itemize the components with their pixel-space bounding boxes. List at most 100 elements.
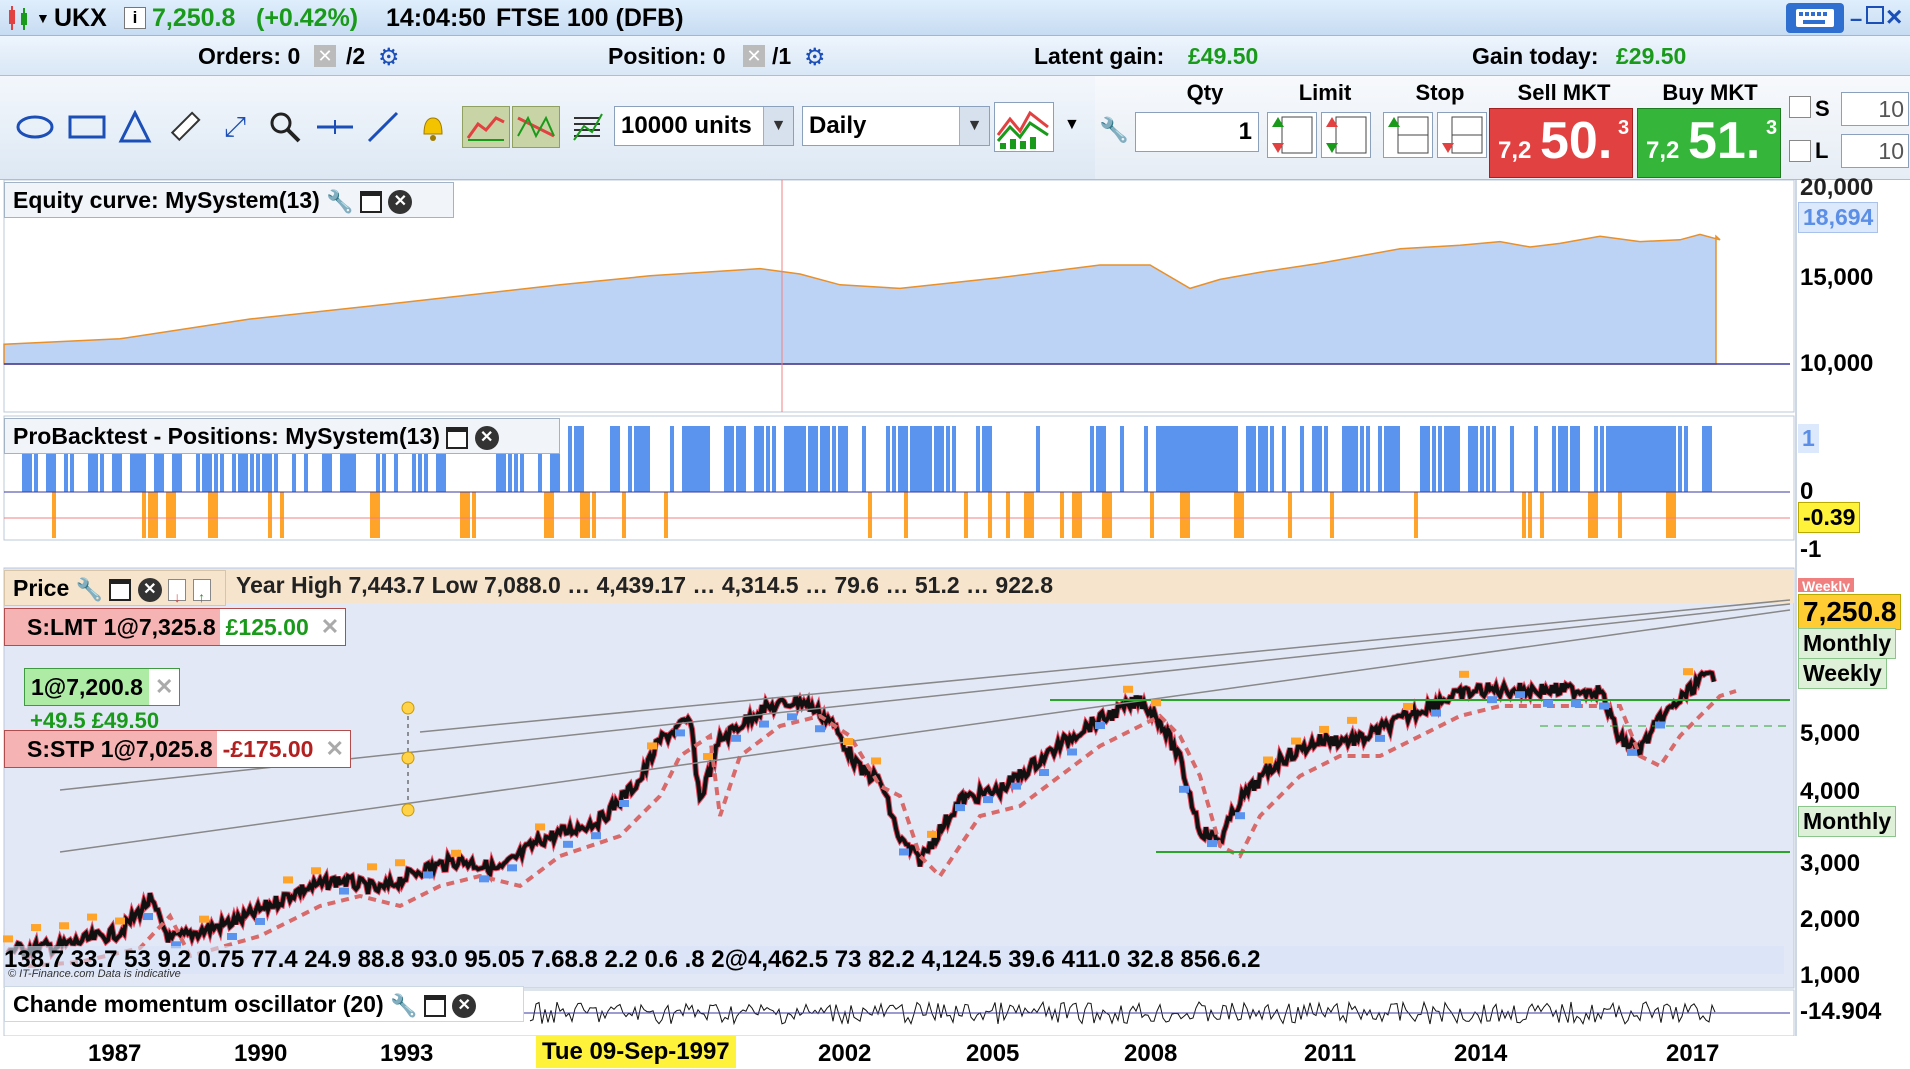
positions-close-icon[interactable]: ✕ bbox=[474, 425, 499, 450]
stop-order-tag[interactable]: S:STP 1@7,025.8 -£175.00 ✕ bbox=[4, 730, 351, 768]
x-label-2014: 2014 bbox=[1454, 1040, 1508, 1067]
long-position-bar bbox=[766, 426, 770, 492]
cancel-orders-icon[interactable]: ✕ bbox=[314, 45, 336, 67]
long-position-bar bbox=[862, 426, 866, 492]
long-position-bar bbox=[796, 426, 806, 492]
positions-window-icon[interactable] bbox=[446, 426, 469, 449]
stop-loss-input[interactable]: 10 bbox=[1841, 92, 1909, 126]
sell-market-button[interactable]: 7,2 50. 3 bbox=[1489, 108, 1633, 178]
latent-gain-value: £49.50 bbox=[1188, 43, 1259, 69]
position-tag[interactable]: 1@7,200.8 ✕ bbox=[24, 668, 181, 706]
limit-label: Limit bbox=[1298, 80, 1352, 105]
trade-settings-wrench-icon[interactable]: 🔧 bbox=[1099, 116, 1129, 146]
timeframe-select[interactable]: Daily ▼ bbox=[802, 106, 990, 146]
sell-marker bbox=[311, 867, 321, 875]
ruler-tool-icon[interactable] bbox=[164, 106, 206, 148]
keyboard-icon[interactable] bbox=[1786, 3, 1844, 33]
indicator-grid-icon[interactable] bbox=[566, 106, 608, 148]
alert-bell-icon[interactable] bbox=[412, 106, 454, 148]
cmo-settings-wrench-icon[interactable]: 🔧 bbox=[390, 989, 417, 1023]
long-position-bar bbox=[1438, 426, 1442, 492]
cmo-close-icon[interactable]: ✕ bbox=[452, 993, 477, 1018]
long-position-bar bbox=[568, 426, 572, 492]
position-settings-icon[interactable]: ⚙ bbox=[804, 43, 826, 72]
buy-limit-icon[interactable] bbox=[1267, 112, 1317, 158]
order-handle[interactable] bbox=[401, 701, 415, 715]
units-dropdown-icon[interactable]: ▼ bbox=[763, 107, 793, 145]
zoom-diagonal-icon[interactable]: ⤢ bbox=[214, 106, 256, 148]
horizontal-line-icon[interactable] bbox=[314, 106, 356, 148]
long-position-bar bbox=[946, 426, 950, 492]
stop-order-cancel-icon[interactable]: ✕ bbox=[319, 731, 350, 767]
equity-settings-wrench-icon[interactable]: 🔧 bbox=[326, 185, 353, 219]
symbol-dropdown-icon[interactable]: ▼ bbox=[36, 10, 50, 26]
trendline-icon[interactable] bbox=[362, 106, 404, 148]
sell-marker bbox=[3, 935, 13, 943]
buy-marker bbox=[1067, 748, 1077, 756]
price-close-icon[interactable]: ✕ bbox=[137, 577, 162, 602]
close-positions-icon[interactable]: ✕ bbox=[743, 45, 765, 67]
ellipse-tool-icon[interactable] bbox=[14, 106, 56, 148]
long-position-bar bbox=[1090, 426, 1094, 492]
chart-style-channel-icon[interactable] bbox=[512, 106, 560, 148]
close-window-icon[interactable]: × bbox=[1886, 1, 1902, 33]
price-sell-arrow-icon[interactable]: ↓ bbox=[168, 578, 187, 605]
monthly-tag: Monthly bbox=[1798, 628, 1897, 659]
buy-market-button[interactable]: 7,2 51. 3 bbox=[1637, 108, 1781, 178]
qty-input[interactable]: 1 bbox=[1135, 112, 1259, 152]
qty-label: Qty bbox=[1186, 80, 1224, 105]
units-select[interactable]: 10000 units ▼ bbox=[614, 106, 794, 146]
sell-price-sup: 3 bbox=[1618, 117, 1630, 139]
info-icon[interactable]: i bbox=[124, 7, 146, 29]
x-label-2017: 2017 bbox=[1666, 1040, 1720, 1067]
sell-marker bbox=[451, 849, 461, 857]
symbol[interactable]: UKX bbox=[54, 0, 107, 36]
limit-order-cancel-icon[interactable]: ✕ bbox=[314, 609, 346, 645]
position-tag-text: 1@7,200.8 bbox=[31, 674, 143, 700]
long-position-bar bbox=[742, 426, 746, 492]
long-position-bar bbox=[1594, 426, 1598, 492]
price-window-icon[interactable] bbox=[109, 578, 132, 601]
short-position-bar bbox=[1414, 492, 1418, 538]
take-profit-checkbox[interactable] bbox=[1789, 140, 1811, 162]
long-position-bar bbox=[1684, 426, 1688, 492]
indicator-dropdown-icon[interactable]: ▼ bbox=[1064, 116, 1080, 134]
chart-style-line-icon[interactable] bbox=[462, 106, 510, 148]
sell-limit-icon[interactable] bbox=[1321, 112, 1371, 158]
buy-stop-icon[interactable] bbox=[1383, 112, 1433, 158]
minimize-icon[interactable]: – bbox=[1850, 6, 1862, 32]
x-cursor-date: Tue 09-Sep-1997 bbox=[536, 1036, 736, 1068]
orders-count: Orders: 0 bbox=[198, 43, 301, 69]
magnifier-icon[interactable] bbox=[264, 106, 306, 148]
limit-order-tag[interactable]: S:LMT 1@7,325.8 £125.00 ✕ bbox=[4, 608, 347, 646]
short-position-bar bbox=[592, 492, 596, 538]
long-position-bar bbox=[934, 426, 944, 492]
orders-settings-icon[interactable]: ⚙ bbox=[378, 43, 400, 72]
long-position-bar bbox=[1426, 426, 1430, 492]
price-settings-wrench-icon[interactable]: 🔧 bbox=[76, 573, 103, 607]
triangle-tool-icon[interactable] bbox=[114, 106, 156, 148]
buy-marker bbox=[563, 840, 573, 848]
position-close-icon[interactable]: ✕ bbox=[148, 669, 180, 705]
equity-close-icon[interactable]: ✕ bbox=[388, 189, 413, 214]
cmo-window-icon[interactable] bbox=[423, 994, 446, 1017]
short-position-bar bbox=[1666, 492, 1676, 538]
price-buy-arrow-icon[interactable]: ↑ bbox=[192, 578, 211, 605]
order-handle[interactable] bbox=[401, 751, 415, 765]
add-indicator-icon[interactable] bbox=[994, 102, 1054, 152]
quote-time: 14:04:50 bbox=[386, 4, 487, 32]
positions-axis-minus: -1 bbox=[1800, 536, 1822, 563]
equity-window-icon[interactable] bbox=[359, 190, 382, 213]
sell-stop-icon[interactable] bbox=[1437, 112, 1487, 158]
take-profit-label: L bbox=[1815, 138, 1829, 163]
weekly-top-tag: Weekly bbox=[1798, 578, 1854, 592]
timeframe-dropdown-icon[interactable]: ▼ bbox=[959, 107, 989, 145]
long-position-bar bbox=[1708, 426, 1712, 492]
stop-loss-checkbox[interactable] bbox=[1789, 96, 1811, 118]
sell-marker bbox=[703, 753, 713, 761]
rectangle-tool-icon[interactable] bbox=[66, 106, 108, 148]
maximize-icon[interactable] bbox=[1866, 6, 1884, 24]
order-handle[interactable] bbox=[401, 803, 415, 817]
buy-marker bbox=[479, 875, 489, 883]
take-profit-input[interactable]: 10 bbox=[1841, 134, 1909, 168]
